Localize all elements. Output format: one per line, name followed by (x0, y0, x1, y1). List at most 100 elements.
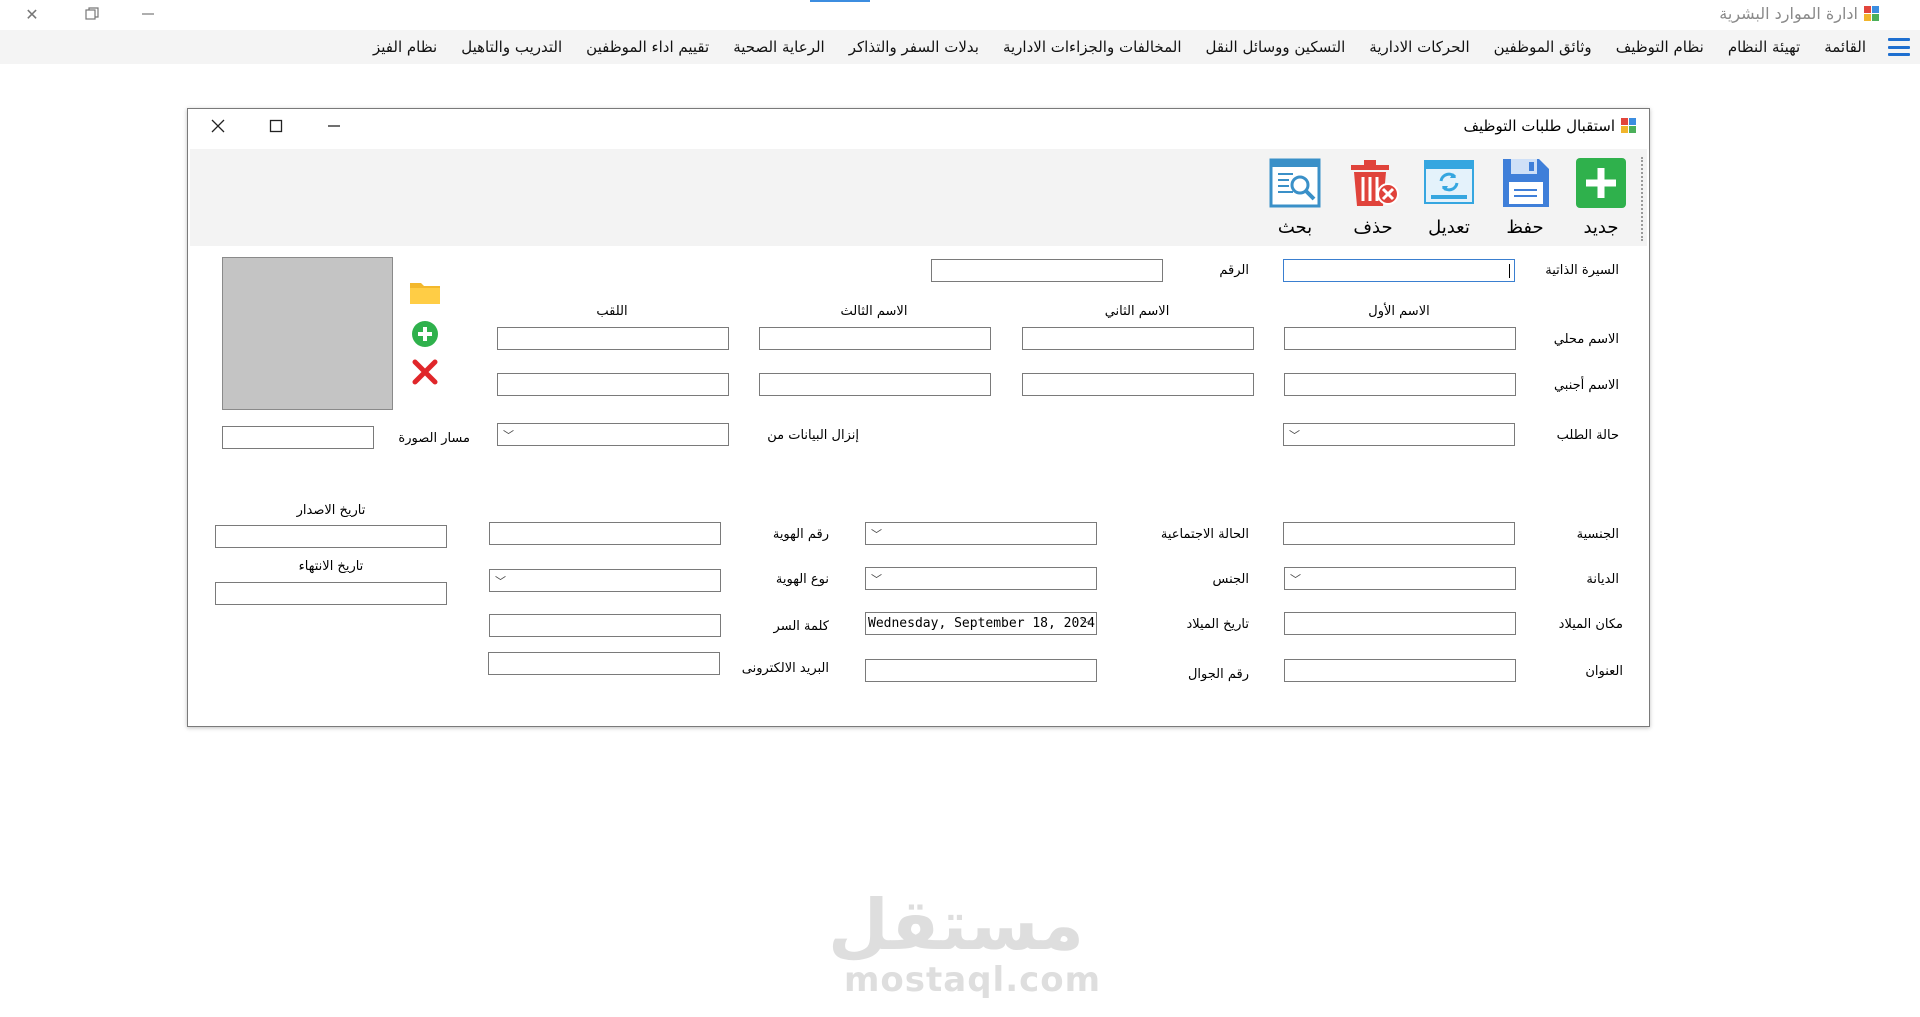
request-status-select[interactable]: ﹀ (1283, 423, 1515, 446)
image-path-field[interactable] (222, 426, 374, 449)
search-document-icon (1269, 157, 1321, 209)
cv-label: السيرة الذاتية (1545, 263, 1619, 278)
chevron-down-icon: ﹀ (1290, 573, 1301, 586)
nationality-field[interactable] (1283, 522, 1515, 545)
job-applications-window: استقبال طلبات التوظيف جديد حفظ تعديل حذف… (187, 108, 1650, 727)
app-title-bar: ادارة الموارد البشرية (1719, 4, 1880, 23)
number-field[interactable] (931, 259, 1163, 282)
delete-button-label: حذف (1353, 217, 1393, 238)
first-name-label: الاسم الأول (1368, 304, 1430, 319)
chevron-down-icon: ﹀ (871, 528, 882, 541)
folder-icon[interactable] (409, 279, 441, 305)
menu-item-system-setup[interactable]: تهيئة النظام (1716, 38, 1812, 56)
local-first-name-field[interactable] (1284, 327, 1516, 350)
form-title: استقبال طلبات التوظيف (1463, 117, 1615, 135)
watermark-arabic: مستقل (827, 884, 1084, 966)
menu-item-training[interactable]: التدريب والتاهيل (449, 38, 574, 56)
save-button-label: حفظ (1506, 217, 1544, 238)
close-window-icon[interactable]: ✕ (12, 0, 52, 28)
local-third-name-field[interactable] (759, 327, 991, 350)
foreign-second-name-field[interactable] (1022, 373, 1254, 396)
foreign-name-label: الاسم أجنبي (1553, 378, 1619, 393)
menu-item-housing-transport[interactable]: التسكين ووسائل النقل (1193, 38, 1357, 56)
chevron-down-icon: ﹀ (503, 429, 514, 442)
new-button-label: جديد (1583, 217, 1619, 238)
menu-item-employee-documents[interactable]: وثائق الموظفين (1482, 38, 1604, 56)
expiry-date-label: تاريخ الانتهاء (298, 559, 364, 574)
add-photo-icon[interactable] (411, 320, 439, 348)
edit-button-label: تعديل (1428, 217, 1470, 238)
id-number-field[interactable] (489, 522, 721, 545)
toolbar-grip[interactable] (1639, 157, 1643, 241)
chevron-down-icon: ﹀ (1289, 429, 1300, 442)
birth-date-picker[interactable]: Wednesday, September 18, 2024 ﹀ (865, 612, 1097, 635)
id-type-select[interactable]: ﹀ (489, 569, 721, 592)
menu-item-violations[interactable]: المخالفات والجزاءات الادارية (991, 38, 1194, 56)
image-path-label: مسار الصورة (398, 431, 470, 446)
password-field[interactable] (489, 614, 721, 637)
marital-status-label: الحالة الاجتماعية (1160, 527, 1249, 542)
close-form-icon[interactable] (198, 113, 238, 139)
restore-window-icon[interactable] (72, 0, 112, 28)
main-menu-bar: القائمة تهيئة النظام نظام التوظيف وثائق … (0, 30, 1920, 64)
app-logo-icon (1864, 5, 1880, 22)
menu-item-health-care[interactable]: الرعاية الصحية (721, 38, 837, 56)
cv-field[interactable] (1283, 259, 1515, 282)
refresh-edit-icon (1423, 157, 1475, 209)
menu-item-admin-movements[interactable]: الحركات الادارية (1357, 38, 1481, 56)
search-button-label: بحث (1277, 217, 1313, 238)
religion-label: الديانة (1586, 572, 1619, 587)
maximize-form-icon[interactable] (256, 113, 296, 139)
save-button[interactable]: حفظ (1494, 157, 1556, 247)
foreign-surname-field[interactable] (497, 373, 729, 396)
menu-item-visas[interactable]: نظام الفيز (361, 38, 449, 56)
marital-status-select[interactable]: ﹀ (865, 522, 1097, 545)
menu-item-recruitment[interactable]: نظام التوظيف (1604, 38, 1716, 56)
data-source-select[interactable]: ﹀ (497, 423, 729, 446)
data-source-label: إنزال البيانات من (767, 428, 859, 443)
birth-date-label: تاريخ الميلاد (1186, 617, 1249, 632)
nationality-label: الجنسية (1576, 527, 1619, 542)
address-label: العنوان (1585, 664, 1623, 679)
form-toolbar: جديد حفظ تعديل حذف بحث (190, 149, 1647, 246)
delete-button[interactable]: حذف (1342, 157, 1404, 247)
issue-date-label: تاريخ الاصدار (296, 503, 366, 518)
birth-date-value: Wednesday, September 18, 2024 (868, 616, 1095, 631)
address-field[interactable] (1284, 659, 1516, 682)
birth-place-field[interactable] (1284, 612, 1516, 635)
hamburger-icon[interactable] (1888, 38, 1910, 56)
minimize-window-icon[interactable] (128, 0, 168, 28)
foreign-first-name-field[interactable] (1284, 373, 1516, 396)
birth-place-label: مكان الميلاد (1558, 617, 1623, 632)
watermark-latin: mostaql.com (844, 960, 1102, 1000)
minimize-form-icon[interactable] (314, 113, 354, 139)
add-icon (1575, 157, 1627, 209)
mobile-field[interactable] (865, 659, 1097, 682)
new-button[interactable]: جديد (1570, 157, 1632, 247)
edit-button[interactable]: تعديل (1418, 157, 1480, 247)
religion-select[interactable]: ﹀ (1284, 567, 1516, 590)
menu-item-performance[interactable]: تقييم اداء الموظفين (574, 38, 721, 56)
menu-item-travel-allowances[interactable]: بدلات السفر والتذاكر (837, 38, 991, 56)
search-button[interactable]: بحث (1264, 157, 1326, 247)
app-title: ادارة الموارد البشرية (1719, 4, 1858, 23)
foreign-third-name-field[interactable] (759, 373, 991, 396)
issue-date-field[interactable] (215, 525, 447, 548)
expiry-date-field[interactable] (215, 582, 447, 605)
mobile-label: رقم الجوال (1187, 667, 1249, 682)
local-surname-field[interactable] (497, 327, 729, 350)
menu-item-list[interactable]: القائمة (1812, 38, 1878, 56)
surname-label: اللقب (596, 304, 628, 319)
password-label: كلمة السر (773, 619, 829, 634)
gender-select[interactable]: ﹀ (865, 567, 1097, 590)
number-label: الرقم (1219, 263, 1249, 278)
local-name-label: الاسم محلي (1553, 332, 1619, 347)
watermark: مستقل mostaql.com (827, 884, 1102, 1000)
local-second-name-field[interactable] (1022, 327, 1254, 350)
chevron-down-icon: ﹀ (871, 573, 882, 586)
remove-photo-icon[interactable] (412, 359, 438, 385)
trash-icon (1347, 157, 1399, 209)
form-title-bar: استقبال طلبات التوظيف (1463, 117, 1637, 135)
form-logo-icon (1621, 118, 1637, 134)
email-field[interactable] (488, 652, 720, 675)
